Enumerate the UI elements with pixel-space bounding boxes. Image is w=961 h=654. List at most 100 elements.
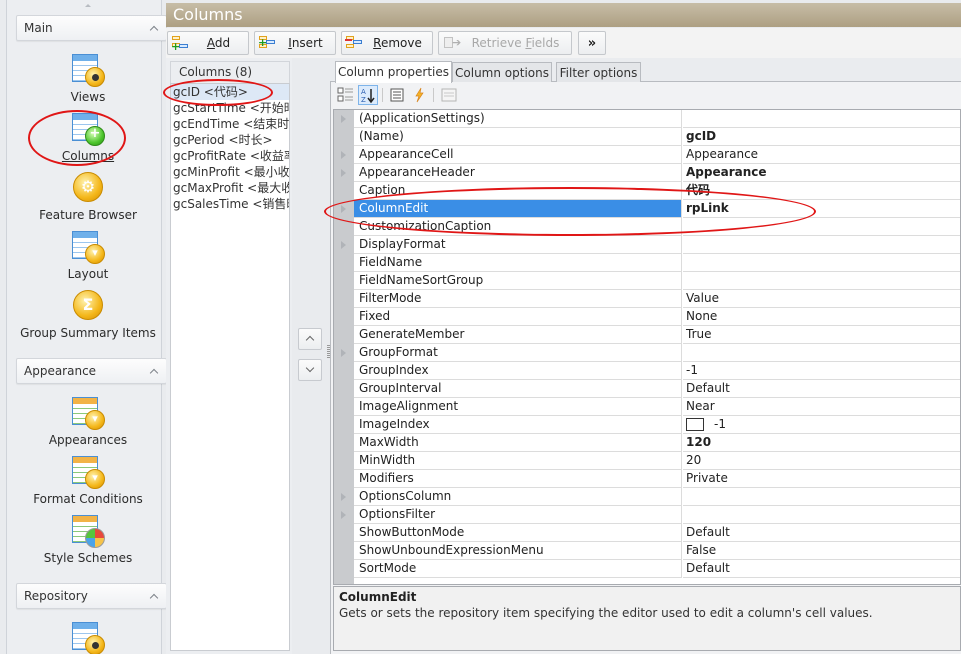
property-value[interactable]: 代码: [683, 182, 960, 200]
insert-column-button[interactable]: + Insert: [254, 31, 336, 55]
property-row[interactable]: CustomizationCaption: [334, 218, 960, 236]
expand-arrow-icon[interactable]: [341, 205, 346, 213]
column-list-item[interactable]: gcMaxProfit <最大收益>: [171, 180, 289, 196]
alphabetical-button[interactable]: AZ: [358, 85, 378, 105]
property-value[interactable]: Default: [683, 560, 960, 578]
property-name[interactable]: FieldNameSortGroup: [354, 272, 682, 290]
property-row[interactable]: OptionsColumn: [334, 488, 960, 506]
property-row[interactable]: ShowButtonMode Default: [334, 524, 960, 542]
collapse-chevron-icon[interactable]: [150, 24, 158, 32]
property-row[interactable]: Caption 代码: [334, 182, 960, 200]
nav-item-layout[interactable]: Layout: [13, 229, 163, 281]
property-name[interactable]: ShowUnboundExpressionMenu: [354, 542, 682, 560]
column-list-item[interactable]: gcID <代码>: [171, 84, 289, 100]
property-value[interactable]: Appearance: [683, 146, 960, 164]
property-name[interactable]: MinWidth: [354, 452, 682, 470]
property-name[interactable]: SortMode: [354, 560, 682, 578]
property-row[interactable]: (ApplicationSettings): [334, 110, 960, 128]
column-list-item[interactable]: gcPeriod <时长>: [171, 132, 289, 148]
property-row[interactable]: (Name) gcID: [334, 128, 960, 146]
events-button[interactable]: [409, 85, 429, 105]
expand-arrow-icon[interactable]: [341, 241, 346, 249]
move-down-button[interactable]: [298, 359, 322, 381]
property-value[interactable]: [683, 506, 960, 524]
property-value[interactable]: Near: [683, 398, 960, 416]
nav-item-views[interactable]: Views: [13, 52, 163, 104]
nav-group-repository[interactable]: Repository: [16, 583, 167, 609]
property-row[interactable]: ImageAlignment Near: [334, 398, 960, 416]
property-name[interactable]: (Name): [354, 128, 682, 146]
tab-column-properties[interactable]: Column properties: [335, 61, 452, 83]
property-name[interactable]: DisplayFormat: [354, 236, 682, 254]
tab-column-options[interactable]: Column options: [452, 62, 552, 83]
property-row[interactable]: OptionsFilter: [334, 506, 960, 524]
property-row[interactable]: ShowUnboundExpressionMenu False: [334, 542, 960, 560]
expand-arrow-icon[interactable]: [341, 511, 346, 519]
property-name[interactable]: GroupIndex: [354, 362, 682, 380]
column-list-item[interactable]: gcProfitRate <收益率>: [171, 148, 289, 164]
property-name[interactable]: Modifiers: [354, 470, 682, 488]
nav-item-group-summary-items[interactable]: Σ Group Summary Items: [13, 288, 163, 340]
property-name[interactable]: Fixed: [354, 308, 682, 326]
property-row[interactable]: GroupInterval Default: [334, 380, 960, 398]
property-value[interactable]: Value: [683, 290, 960, 308]
nav-item-repository[interactable]: [13, 620, 163, 654]
property-name[interactable]: (ApplicationSettings): [354, 110, 682, 128]
property-row[interactable]: Fixed None: [334, 308, 960, 326]
property-name[interactable]: Caption: [354, 182, 682, 200]
property-name[interactable]: GroupInterval: [354, 380, 682, 398]
collapse-chevron-icon[interactable]: [150, 367, 158, 375]
property-value[interactable]: [683, 110, 960, 128]
property-name[interactable]: GenerateMember: [354, 326, 682, 344]
property-row[interactable]: ImageIndex -1: [334, 416, 960, 434]
property-row[interactable]: GroupFormat: [334, 344, 960, 362]
expand-arrow-icon[interactable]: [341, 169, 346, 177]
property-row[interactable]: AppearanceHeader Appearance: [334, 164, 960, 182]
property-name[interactable]: ColumnEdit: [354, 200, 682, 218]
remove-column-button[interactable]: Remove: [341, 31, 433, 55]
property-value[interactable]: -1: [683, 362, 960, 380]
property-value[interactable]: rpLink: [683, 200, 960, 218]
property-value[interactable]: [683, 272, 960, 290]
property-name[interactable]: OptionsFilter: [354, 506, 682, 524]
nav-item-style-schemes[interactable]: Style Schemes: [13, 513, 163, 565]
move-up-button[interactable]: [298, 328, 322, 350]
nav-item-feature-browser[interactable]: ⚙ Feature Browser: [13, 170, 163, 222]
expand-arrow-icon[interactable]: [341, 151, 346, 159]
nav-group-appearance[interactable]: Appearance: [16, 358, 167, 384]
property-grid[interactable]: (ApplicationSettings) (Name) gcID Appearanc…: [333, 109, 961, 585]
property-row[interactable]: DisplayFormat: [334, 236, 960, 254]
more-commands-button[interactable]: »: [578, 31, 606, 55]
property-value[interactable]: [683, 254, 960, 272]
expand-arrow-icon[interactable]: [341, 493, 346, 501]
property-value[interactable]: Default: [683, 524, 960, 542]
property-value[interactable]: [683, 218, 960, 236]
property-pages-button[interactable]: [439, 85, 459, 105]
property-value[interactable]: 120: [683, 434, 960, 452]
property-row[interactable]: MaxWidth 120: [334, 434, 960, 452]
property-name[interactable]: ShowButtonMode: [354, 524, 682, 542]
property-row[interactable]: MinWidth 20: [334, 452, 960, 470]
property-value[interactable]: False: [683, 542, 960, 560]
property-name[interactable]: AppearanceHeader: [354, 164, 682, 182]
retrieve-fields-button[interactable]: ➔ Retrieve Fields: [438, 31, 572, 55]
property-value[interactable]: Appearance: [683, 164, 960, 182]
property-row[interactable]: GenerateMember True: [334, 326, 960, 344]
property-row[interactable]: Modifiers Private: [334, 470, 960, 488]
property-row[interactable]: AppearanceCell Appearance: [334, 146, 960, 164]
tab-filter-options[interactable]: Filter options: [556, 62, 641, 83]
add-column-button[interactable]: + Add: [167, 31, 249, 55]
property-value[interactable]: Default: [683, 380, 960, 398]
property-value[interactable]: 20: [683, 452, 960, 470]
nav-item-columns[interactable]: Columns: [13, 111, 163, 163]
property-value[interactable]: None: [683, 308, 960, 326]
property-name[interactable]: CustomizationCaption: [354, 218, 682, 236]
expand-arrow-icon[interactable]: [341, 115, 346, 123]
column-list-item[interactable]: gcSalesTime <销售时间>: [171, 196, 289, 212]
property-name[interactable]: FieldName: [354, 254, 682, 272]
property-name[interactable]: ImageIndex: [354, 416, 682, 434]
collapse-chevron-icon[interactable]: [150, 592, 158, 600]
nav-item-format-conditions[interactable]: Format Conditions: [13, 454, 163, 506]
property-row[interactable]: FieldName: [334, 254, 960, 272]
property-value[interactable]: [683, 344, 960, 362]
